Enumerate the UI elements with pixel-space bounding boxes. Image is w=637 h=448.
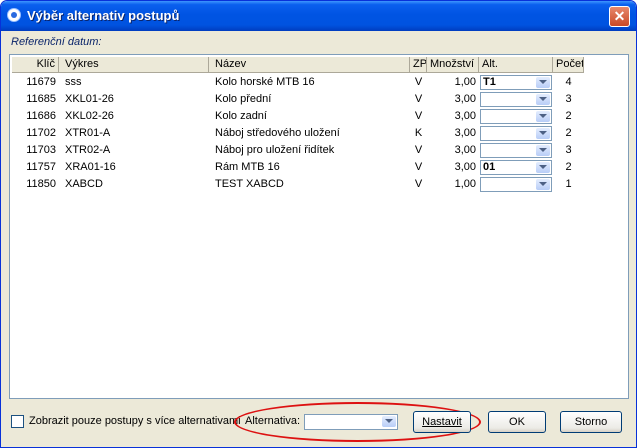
cell-klic: 11679 [26,76,56,88]
chevron-down-icon[interactable] [536,94,550,105]
cell-vykres: sss [65,76,82,88]
cell-nazev: Kolo zadní [215,110,267,122]
chevron-down-icon[interactable] [536,162,550,173]
cell-pocet: 1 [565,178,572,190]
chevron-down-icon[interactable] [382,416,396,427]
cell-klic: 11685 [26,93,56,105]
alt-select[interactable]: 01 [480,160,552,175]
alternatives-table: Klíč Výkres Název ZP Množství Alt. Počet… [9,54,629,399]
chevron-down-icon[interactable] [536,128,550,139]
alt-value: 01 [483,161,496,173]
cell-vykres: XKL02-26 [65,110,114,122]
cell-nazev: Náboj středového uložení [215,127,340,139]
cell-pocet: 2 [565,110,572,122]
alt-select[interactable]: T1 [480,75,552,90]
dialog-window: Výběr alternativ postupů ✕ Referenční da… [0,0,637,448]
nastavit-button[interactable]: Nastavit [413,411,471,433]
column-header-nazev[interactable]: Název [209,57,410,73]
cell-klic: 11850 [26,178,56,190]
cell-nazev: Kolo horské MTB 16 [215,76,315,88]
cell-pocet: 3 [565,93,572,105]
app-icon [7,8,21,22]
only-multiple-alternatives-label[interactable]: Zobrazit pouze postupy s více alternativ… [29,415,241,427]
cell-zp: V [414,144,423,156]
cell-mnozstvi: 1,00 [454,76,476,88]
cell-zp: V [414,110,423,122]
ok-button[interactable]: OK [488,411,546,433]
cell-vykres: XRA01-16 [65,161,116,173]
cell-zp: V [414,76,423,88]
alt-select[interactable] [480,177,552,192]
cell-zp: K [414,127,423,139]
cell-mnozstvi: 3,00 [454,93,476,105]
storno-button[interactable]: Storno [560,411,622,433]
column-header-mnozstvi[interactable]: Množství [427,57,479,73]
column-header-klic[interactable]: Klíč [12,57,59,73]
cell-nazev: Náboj pro uložení řidítek [215,144,335,156]
cell-nazev: Kolo přední [215,93,272,105]
cell-klic: 11757 [26,161,56,173]
cell-mnozstvi: 3,00 [454,161,476,173]
chevron-down-icon[interactable] [536,111,550,122]
alt-value: T1 [483,76,496,88]
alt-select[interactable] [480,109,552,124]
close-button[interactable]: ✕ [609,6,630,27]
cell-klic: 11686 [26,110,56,122]
alt-select[interactable] [480,126,552,141]
cell-mnozstvi: 3,00 [454,110,476,122]
alternativa-select[interactable] [304,414,398,430]
window-title: Výběr alternativ postupů [27,8,180,23]
cell-pocet: 4 [565,76,572,88]
cell-pocet: 2 [565,127,572,139]
only-multiple-alternatives-checkbox[interactable] [11,415,24,428]
alt-select[interactable] [480,143,552,158]
column-header-vykres[interactable]: Výkres [59,57,209,73]
column-header-pocet[interactable]: Počet [553,57,584,73]
cell-nazev: Rám MTB 16 [215,161,280,173]
alt-select[interactable] [480,92,552,107]
reference-date-label: Referenční datum: [11,36,102,48]
cell-vykres: XTR02-A [65,144,111,156]
cell-mnozstvi: 1,00 [454,178,476,190]
title-bar[interactable]: Výběr alternativ postupů ✕ [1,1,636,31]
cell-vykres: XKL01-26 [65,93,114,105]
cell-zp: V [414,161,423,173]
alternativa-label: Alternativa: [245,415,301,427]
cell-pocet: 3 [565,144,572,156]
cell-zp: V [414,178,423,190]
chevron-down-icon[interactable] [536,179,550,190]
column-header-alt[interactable]: Alt. [479,57,553,73]
cell-mnozstvi: 3,00 [454,144,476,156]
chevron-down-icon[interactable] [536,77,550,88]
cell-klic: 11703 [26,144,56,156]
column-header-zp[interactable]: ZP [410,57,427,73]
cell-mnozstvi: 3,00 [454,127,476,139]
cell-vykres: XTR01-A [65,127,111,139]
cell-pocet: 2 [565,161,572,173]
cell-vykres: XABCD [65,178,103,190]
cell-klic: 11702 [26,127,56,139]
cell-zp: V [414,93,423,105]
cell-nazev: TEST XABCD [215,178,284,190]
chevron-down-icon[interactable] [536,145,550,156]
